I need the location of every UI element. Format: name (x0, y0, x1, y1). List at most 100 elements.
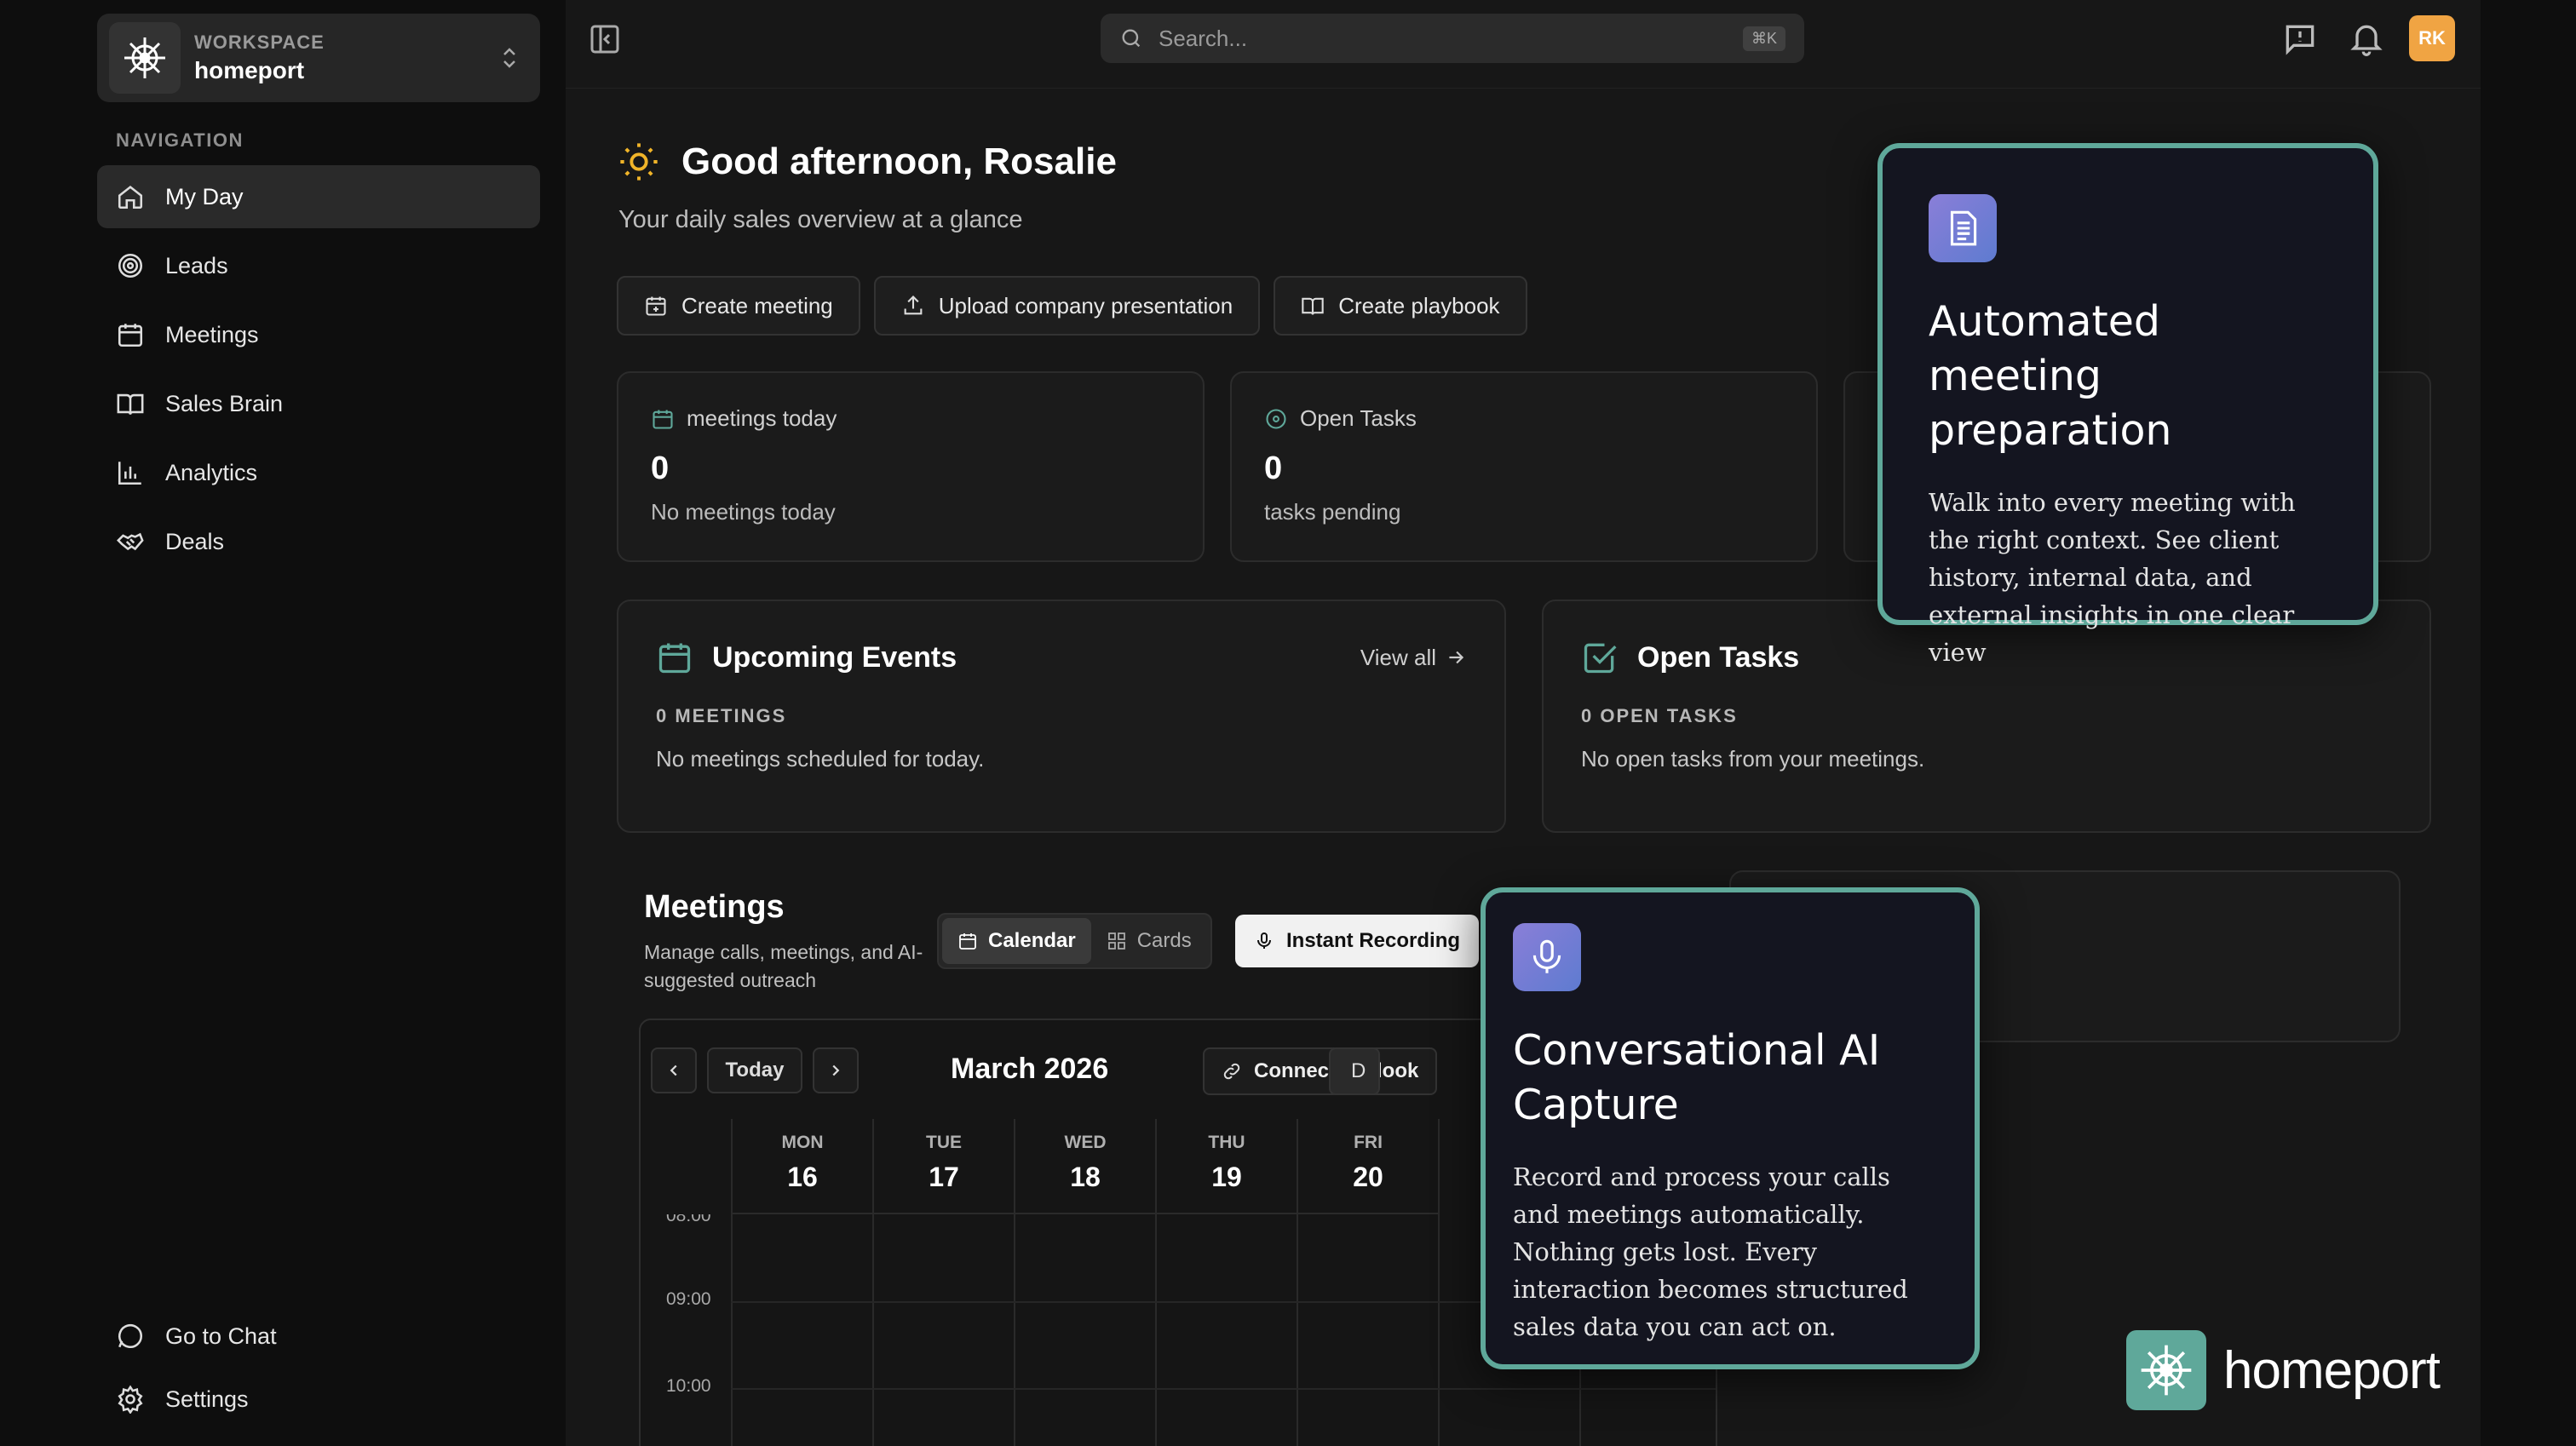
view-all-label: View all (1360, 644, 1436, 670)
nav-list: My Day Leads Meetings Sales Brain Analyt… (97, 165, 540, 579)
helm-logo-icon (109, 22, 181, 94)
sidebar-toggle-icon[interactable] (588, 22, 622, 56)
upcoming-events-panel: Upcoming Events View all 0 MEETINGS No m… (617, 600, 1506, 833)
search-input[interactable]: Search... ⌘K (1101, 14, 1804, 63)
hour-line (731, 1388, 1716, 1390)
callout-body: Walk into every meeting with the right c… (1929, 488, 2296, 667)
book-icon (117, 393, 144, 415)
arrow-right-icon (1449, 651, 1464, 664)
empty-state: No meetings scheduled for today. (656, 746, 985, 772)
avatar[interactable]: RK (2409, 15, 2455, 61)
grid-icon (1107, 932, 1125, 950)
helm-logo-icon (2126, 1330, 2206, 1410)
day-name: WED (1064, 1133, 1107, 1152)
callout-body: Record and process your calls and meetin… (1513, 1162, 1908, 1341)
calendar-view-dropdown[interactable]: D (1329, 1047, 1380, 1095)
circle-check-icon (1266, 408, 1286, 429)
calendar-icon (959, 933, 976, 950)
nav-heading: NAVIGATION (116, 129, 244, 151)
sidebar-item-label: Meetings (165, 321, 259, 347)
sidebar-item-leads[interactable]: Leads (97, 234, 540, 297)
day-name: THU (1208, 1133, 1245, 1152)
hour-label: 09:00 (666, 1289, 711, 1309)
chat-icon (118, 1324, 143, 1348)
instant-recording-label: Instant Recording (1286, 929, 1461, 952)
create-playbook-button[interactable]: Create playbook (1274, 276, 1527, 336)
handshake-icon (117, 532, 144, 551)
bell-icon[interactable] (2348, 20, 2385, 58)
day-name: TUE (926, 1133, 962, 1152)
stat-value: 0 (1264, 450, 1283, 486)
view-all-link[interactable]: View all (1360, 645, 1467, 671)
workspace-label: WORKSPACE (194, 32, 325, 53)
page-subtitle: Your daily sales overview at a glance (618, 206, 1023, 233)
sidebar-item-sales-brain[interactable]: Sales Brain (97, 372, 540, 435)
feedback-icon[interactable] (2281, 20, 2319, 58)
brand-name: homeport (2223, 1340, 2441, 1400)
upload-presentation-button[interactable]: Upload company presentation (873, 276, 1261, 336)
sidebar-item-my-day[interactable]: My Day (97, 165, 540, 228)
day-name: FRI (1354, 1133, 1383, 1152)
meetings-count: 0 MEETINGS (656, 705, 787, 726)
calendar-icon (653, 410, 673, 429)
upload-presentation-label: Upload company presentation (938, 292, 1233, 318)
callout-title: Automated meeting preparation (1929, 297, 2172, 455)
next-week-button[interactable] (813, 1047, 859, 1093)
workspace-name: homeport (194, 57, 305, 83)
tab-calendar[interactable]: Calendar (942, 918, 1091, 964)
day-number: 16 (787, 1162, 818, 1192)
stat-label: Open Tasks (1300, 405, 1417, 431)
day-column[interactable]: FRI 20 (1297, 1119, 1438, 1446)
sidebar-item-deals[interactable]: Deals (97, 510, 540, 573)
sun-icon (620, 143, 658, 181)
sidebar-item-settings[interactable]: Settings (97, 1369, 540, 1429)
prev-week-button[interactable] (651, 1047, 697, 1093)
sidebar-item-label: Sales Brain (165, 390, 284, 416)
search-shortcut-badge: ⌘K (1742, 26, 1785, 51)
calendar-icon (118, 324, 143, 347)
quick-actions: Create meeting Upload company presentati… (617, 276, 1527, 336)
home-icon (118, 186, 143, 209)
stat-subtext: tasks pending (1264, 499, 1401, 525)
day-number: 17 (929, 1162, 959, 1192)
microphone-icon (1513, 923, 1581, 991)
day-column[interactable]: WED 18 (1014, 1119, 1155, 1446)
hour-label: 08:00 (666, 1206, 711, 1225)
sidebar-item-meetings[interactable]: Meetings (97, 303, 540, 366)
callout-title: Conversational AI Capture (1513, 1026, 1881, 1129)
document-icon (1929, 194, 1997, 262)
tab-label: Cards (1136, 929, 1192, 952)
calendar-month: March 2026 (951, 1053, 1109, 1085)
day-column[interactable]: TUE 17 (872, 1119, 1014, 1446)
sidebar: WORKSPACE homeport NAVIGATION My Day Lea… (0, 0, 566, 1446)
hour-label: 10:00 (666, 1376, 711, 1396)
chevron-updown-icon (503, 48, 515, 68)
sidebar-item-analytics[interactable]: Analytics (97, 441, 540, 504)
chevron-right-icon (832, 1064, 840, 1076)
tasks-count: 0 OPEN TASKS (1581, 705, 1738, 726)
greeting: Good afternoon, Rosalie (617, 140, 1117, 184)
chevron-left-icon (670, 1064, 677, 1076)
create-meeting-button[interactable]: Create meeting (617, 276, 860, 336)
instant-recording-button[interactable]: Instant Recording (1235, 915, 1480, 967)
connect-outlook-button[interactable]: Connect Outlook (1203, 1047, 1438, 1095)
stat-subtext: No meetings today (651, 499, 836, 525)
sidebar-item-label: Leads (165, 252, 228, 278)
sidebar-item-go-to-chat[interactable]: Go to Chat (97, 1306, 540, 1366)
calendar-icon (658, 643, 691, 674)
create-meeting-label: Create meeting (681, 292, 833, 318)
search-icon (1122, 29, 1141, 48)
workspace-switcher[interactable]: WORKSPACE homeport (97, 14, 540, 102)
meetings-title: Meetings (644, 889, 785, 925)
day-column[interactable]: MON 16 (731, 1119, 872, 1446)
tab-cards[interactable]: Cards (1091, 918, 1207, 964)
stat-value: 0 (651, 450, 670, 486)
today-button[interactable]: Today (707, 1047, 802, 1093)
stat-label: meetings today (687, 405, 837, 431)
view-toggle: Calendar Cards (937, 913, 1212, 969)
day-column[interactable]: THU 19 (1155, 1119, 1297, 1446)
day-number: 18 (1070, 1162, 1101, 1192)
sidebar-item-label: Go to Chat (165, 1323, 277, 1349)
callout-conversational-capture: Conversational AI Capture Record and pro… (1481, 887, 1980, 1369)
sidebar-footer: Go to Chat Settings (97, 1306, 540, 1432)
